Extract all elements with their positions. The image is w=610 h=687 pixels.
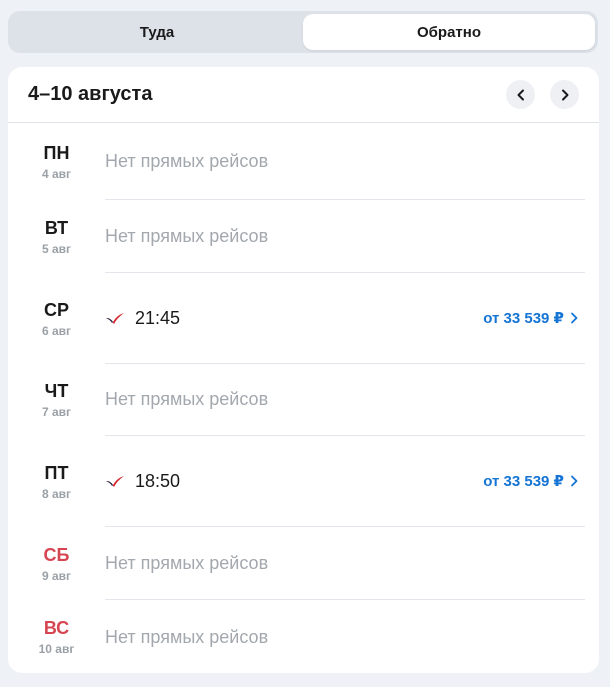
day-row-mon: ПН 4 авг Нет прямых рейсов	[8, 123, 599, 200]
no-flights-text: Нет прямых рейсов	[105, 150, 269, 171]
day-of-week: ВТ	[44, 217, 69, 238]
day-date: 6 авг	[41, 323, 72, 338]
day-row-wed: СР 6 авг 21:45 от 33 539 ₽	[8, 273, 599, 364]
day-cell: ПН 4 авг	[8, 123, 105, 200]
day-date: 10 авг	[38, 642, 75, 656]
week-header: 4–10 августа	[8, 67, 599, 123]
no-flights-text: Нет прямых рейсов	[105, 552, 269, 573]
price-link[interactable]: от 33 539 ₽	[483, 309, 579, 327]
day-of-week: ПТ	[44, 462, 69, 483]
day-row-tue: ВТ 5 авг Нет прямых рейсов	[8, 200, 599, 273]
day-cell: СР 6 авг	[8, 273, 105, 364]
day-date: 9 авг	[41, 568, 72, 583]
day-date: 4 авг	[41, 166, 72, 181]
chevron-left-icon	[517, 89, 524, 100]
day-content: Нет прямых рейсов	[105, 200, 585, 273]
day-row-fri: ПТ 8 авг 18:50 от 33 539 ₽	[8, 436, 599, 527]
day-cell: ВС 10 авг	[8, 600, 105, 673]
no-flights-text: Нет прямых рейсов	[105, 225, 269, 246]
direction-tabs: Туда Обратно	[8, 11, 598, 53]
airline-logo-icon	[106, 476, 124, 487]
tab-there[interactable]: Туда	[11, 14, 303, 50]
day-row-thu: ЧТ 7 авг Нет прямых рейсов	[8, 364, 599, 436]
chevron-right-icon	[571, 312, 578, 324]
day-content: Нет прямых рейсов	[105, 527, 585, 600]
chevron-right-icon	[561, 89, 568, 100]
next-week-button[interactable]	[550, 80, 579, 109]
day-content: Нет прямых рейсов	[105, 600, 585, 673]
departure-time: 18:50	[135, 470, 181, 491]
day-content: Нет прямых рейсов	[105, 364, 585, 436]
prev-week-button[interactable]	[506, 80, 535, 109]
day-of-week: ЧТ	[44, 381, 69, 401]
flight-option[interactable]: 21:45 от 33 539 ₽	[105, 308, 579, 329]
day-of-week: СБ	[43, 544, 70, 565]
airline-logo-icon	[106, 313, 124, 324]
tab-back[interactable]: Обратно	[303, 14, 595, 50]
day-cell: СБ 9 авг	[8, 527, 105, 600]
day-content: 21:45 от 33 539 ₽	[105, 273, 585, 364]
day-date: 7 авг	[41, 405, 72, 419]
flight-option[interactable]: 18:50 от 33 539 ₽	[105, 471, 579, 492]
week-nav	[506, 80, 579, 109]
day-row-sun: ВС 10 авг Нет прямых рейсов	[8, 600, 599, 673]
departure-time: 21:45	[135, 307, 181, 328]
day-date: 5 авг	[41, 241, 72, 256]
chevron-right-icon	[571, 475, 578, 487]
day-row-sat: СБ 9 авг Нет прямых рейсов	[8, 527, 599, 600]
day-cell: ЧТ 7 авг	[8, 364, 105, 436]
day-of-week: СР	[43, 299, 69, 320]
day-of-week: ВС	[43, 618, 70, 638]
day-content: 18:50 от 33 539 ₽	[105, 436, 585, 527]
day-date: 8 авг	[41, 486, 72, 501]
day-content: Нет прямых рейсов	[105, 123, 585, 200]
no-flights-text: Нет прямых рейсов	[105, 389, 269, 409]
price-link[interactable]: от 33 539 ₽	[483, 472, 579, 490]
price-text: от 33 539 ₽	[483, 310, 564, 327]
day-of-week: ПН	[43, 142, 70, 163]
week-title: 4–10 августа	[28, 83, 153, 105]
no-flights-text: Нет прямых рейсов	[105, 626, 269, 647]
day-cell: ПТ 8 авг	[8, 436, 105, 527]
day-cell: ВТ 5 авг	[8, 200, 105, 273]
schedule-card: 4–10 августа ПН 4 авг Нет прямых рейсов …	[8, 67, 599, 673]
price-text: от 33 539 ₽	[483, 473, 564, 490]
